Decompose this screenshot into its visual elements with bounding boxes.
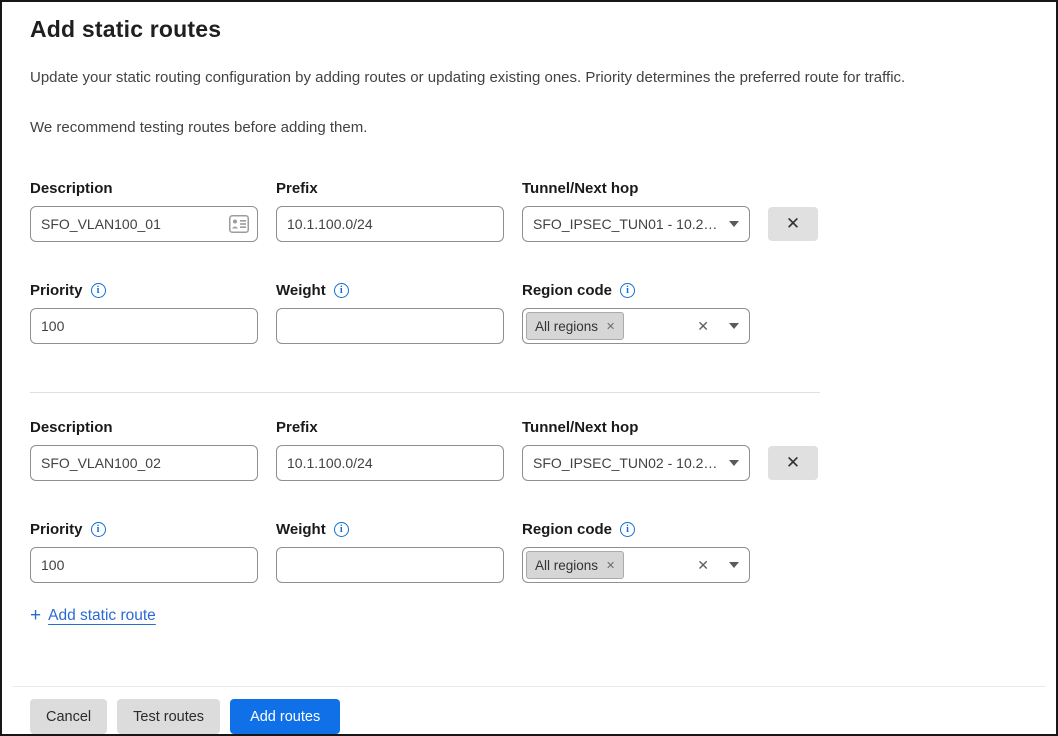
prefix-input[interactable] <box>276 206 504 242</box>
plus-icon: + <box>30 605 41 627</box>
priority-input[interactable] <box>30 547 258 583</box>
region-chip-label: All regions <box>535 319 598 334</box>
region-chip: All regions ✕ <box>526 551 624 579</box>
remove-route-button[interactable]: ✕ <box>768 446 818 480</box>
route-1-description-field: Description <box>30 178 258 242</box>
route-section-2: Description Prefix Tunnel/Next hop SFO_I… <box>30 417 1026 583</box>
tunnel-label: Tunnel/Next hop <box>522 180 638 197</box>
description-input[interactable] <box>30 445 258 481</box>
route-2-tunnel-field: Tunnel/Next hop SFO_IPSEC_TUN02 - 10.25.… <box>522 417 750 481</box>
weight-label: Weight <box>276 521 326 538</box>
region-code-label: Region code <box>522 282 612 299</box>
route-1-priority-field: Priority i <box>30 280 258 344</box>
chevron-down-icon <box>729 562 739 568</box>
route-1-region-field: Region code i All regions ✕ ✕ <box>522 280 750 344</box>
chevron-down-icon <box>729 221 739 227</box>
weight-input[interactable] <box>276 547 504 583</box>
region-code-select[interactable]: All regions ✕ ✕ <box>522 308 750 344</box>
add-static-routes-dialog: Add static routes Update your static rou… <box>0 0 1058 736</box>
prefix-label: Prefix <box>276 180 318 197</box>
remove-tag-icon[interactable]: ✕ <box>606 559 615 572</box>
route-2-secondary-row: Priority i Weight i Region code i <box>30 519 1026 583</box>
dialog-description: Update your static routing configuration… <box>30 68 1026 88</box>
region-code-select[interactable]: All regions ✕ ✕ <box>522 547 750 583</box>
close-icon: ✕ <box>786 214 800 234</box>
priority-input[interactable] <box>30 308 258 344</box>
route-2-description-field: Description <box>30 417 258 481</box>
prefix-input[interactable] <box>276 445 504 481</box>
add-static-route-link[interactable]: + Add static route <box>30 605 156 627</box>
add-routes-button[interactable]: Add routes <box>230 699 340 734</box>
page-title: Add static routes <box>30 14 1026 44</box>
region-code-label: Region code <box>522 521 612 538</box>
clear-selection-icon[interactable]: ✕ <box>697 318 709 335</box>
remove-route-button[interactable]: ✕ <box>768 207 818 241</box>
priority-label: Priority <box>30 282 83 299</box>
region-chip: All regions ✕ <box>526 312 624 340</box>
region-chip-label: All regions <box>535 558 598 573</box>
route-1-main-row: Description <box>30 178 1026 242</box>
add-static-route-label: Add static route <box>48 607 156 625</box>
autofill-contact-card-icon[interactable] <box>229 215 249 233</box>
close-icon: ✕ <box>786 453 800 473</box>
info-icon[interactable]: i <box>334 283 349 298</box>
cancel-button[interactable]: Cancel <box>30 699 107 734</box>
info-icon[interactable]: i <box>620 283 635 298</box>
tunnel-select[interactable]: SFO_IPSEC_TUN01 - 10.25... <box>522 206 750 242</box>
remove-tag-icon[interactable]: ✕ <box>606 320 615 333</box>
tunnel-select[interactable]: SFO_IPSEC_TUN02 - 10.25... <box>522 445 750 481</box>
route-2-region-field: Region code i All regions ✕ ✕ <box>522 519 750 583</box>
clear-selection-icon[interactable]: ✕ <box>697 557 709 574</box>
route-2-weight-field: Weight i <box>276 519 504 583</box>
route-1-weight-field: Weight i <box>276 280 504 344</box>
route-1-secondary-row: Priority i Weight i Region code i <box>30 280 1026 344</box>
test-routes-button[interactable]: Test routes <box>117 699 220 734</box>
info-icon[interactable]: i <box>334 522 349 537</box>
info-icon[interactable]: i <box>91 522 106 537</box>
dialog-recommendation: We recommend testing routes before addin… <box>30 118 1026 138</box>
route-1-prefix-field: Prefix <box>276 178 504 242</box>
description-input[interactable] <box>30 206 258 242</box>
tunnel-select-value: SFO_IPSEC_TUN01 - 10.25... <box>533 216 721 232</box>
description-label: Description <box>30 180 113 197</box>
route-2-prefix-field: Prefix <box>276 417 504 481</box>
route-section-1: Description <box>30 178 1026 344</box>
route-2-main-row: Description Prefix Tunnel/Next hop SFO_I… <box>30 417 1026 481</box>
tunnel-label: Tunnel/Next hop <box>522 419 638 436</box>
priority-label: Priority <box>30 521 83 538</box>
tunnel-select-value: SFO_IPSEC_TUN02 - 10.25... <box>533 455 721 471</box>
info-icon[interactable]: i <box>91 283 106 298</box>
route-1-tunnel-field: Tunnel/Next hop SFO_IPSEC_TUN01 - 10.25.… <box>522 178 750 242</box>
section-divider <box>30 392 820 393</box>
info-icon[interactable]: i <box>620 522 635 537</box>
description-label: Description <box>30 419 113 436</box>
footer-action-bar: Cancel Test routes Add routes <box>12 686 1046 734</box>
prefix-label: Prefix <box>276 419 318 436</box>
weight-input[interactable] <box>276 308 504 344</box>
chevron-down-icon <box>729 323 739 329</box>
weight-label: Weight <box>276 282 326 299</box>
route-2-priority-field: Priority i <box>30 519 258 583</box>
chevron-down-icon <box>729 460 739 466</box>
